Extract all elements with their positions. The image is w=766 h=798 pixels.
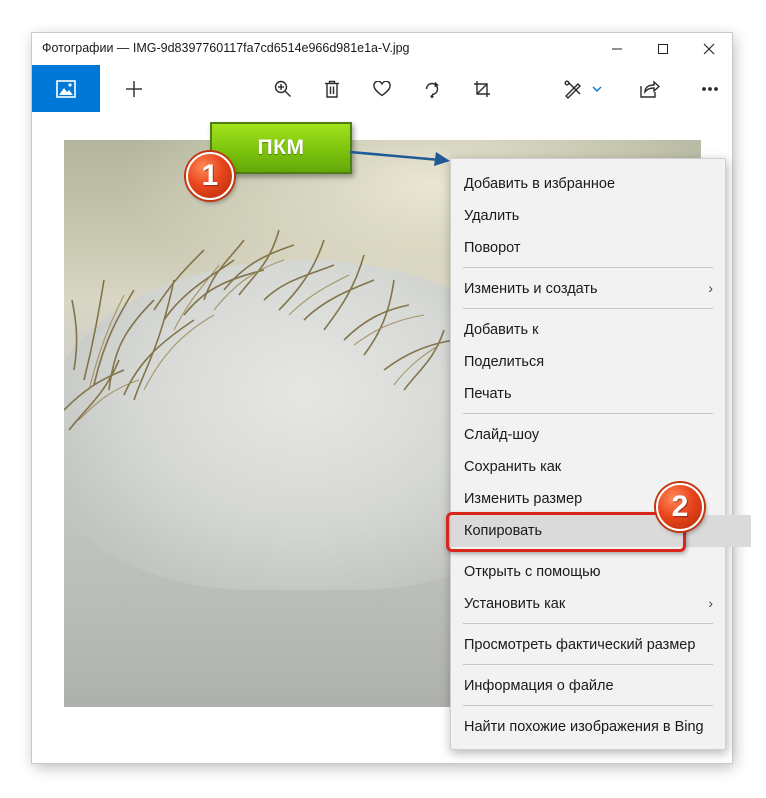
menu-item-set-as[interactable]: Установить как › <box>451 588 725 620</box>
close-button[interactable] <box>686 33 732 65</box>
menu-item-share[interactable]: Поделиться <box>451 346 725 378</box>
zoom-button[interactable] <box>265 65 301 112</box>
crop-button[interactable] <box>464 65 500 112</box>
menu-item-label: Печать <box>464 386 512 402</box>
menu-item-add-to-favorites[interactable]: Добавить в избранное <box>451 168 725 200</box>
maximize-icon <box>658 44 668 54</box>
menu-separator <box>463 308 713 309</box>
menu-item-add-to[interactable]: Добавить к <box>451 314 725 346</box>
menu-item-file-info[interactable]: Информация о файле <box>451 670 725 702</box>
menu-item-label: Изменить размер <box>464 491 583 507</box>
context-menu: Добавить в избранное Удалить Поворот Изм… <box>450 158 751 750</box>
title-bar[interactable]: Фотографии — IMG-9d8397760117fa7cd6514e9… <box>32 33 732 65</box>
zoom-in-icon <box>274 80 291 97</box>
menu-item-label: Сохранить как <box>464 459 562 475</box>
menu-item-label: Просмотреть фактический размер <box>464 637 696 653</box>
share-button[interactable] <box>632 65 668 112</box>
menu-item-slideshow[interactable]: Слайд-шоу <box>451 419 725 451</box>
menu-item-print[interactable]: Печать <box>451 378 725 410</box>
menu-item-label: Найти похожие изображения в Bing <box>464 719 704 735</box>
copy-highlight-frame <box>446 512 686 552</box>
menu-separator <box>463 623 713 624</box>
menu-separator <box>463 267 713 268</box>
more-icon <box>702 86 718 91</box>
delete-icon <box>325 80 339 98</box>
toolbar <box>32 65 732 112</box>
chevron-down-icon <box>592 86 602 92</box>
menu-item-label: Установить как <box>464 596 566 612</box>
menu-item-rotate[interactable]: Поворот <box>451 232 725 264</box>
dune-grass-image <box>64 229 455 431</box>
menu-item-label: Открыть с помощью <box>464 564 601 580</box>
delete-button[interactable] <box>314 65 350 112</box>
menu-item-edit-create[interactable]: Изменить и создать › <box>451 273 725 305</box>
minimize-icon <box>612 48 622 50</box>
favorite-button[interactable] <box>364 65 400 112</box>
menu-item-label: Добавить в избранное <box>464 176 616 192</box>
menu-item-label: Удалить <box>464 208 520 224</box>
add-icon <box>126 80 142 97</box>
menu-item-save-as[interactable]: Сохранить как <box>451 451 725 483</box>
menu-item-find-similar-bing[interactable]: Найти похожие изображения в Bing <box>451 711 725 743</box>
crop-icon <box>474 80 490 97</box>
step-badge-2: 2 <box>656 483 704 531</box>
menu-item-label: Добавить к <box>464 322 539 338</box>
maximize-button[interactable] <box>640 33 686 65</box>
home-button[interactable] <box>32 65 100 112</box>
step-badge-1: 1 <box>186 152 234 200</box>
menu-separator <box>463 705 713 706</box>
callout-arrow-icon <box>349 150 450 166</box>
menu-separator <box>463 413 713 414</box>
chevron-right-icon: › <box>708 280 713 296</box>
add-button[interactable] <box>116 65 152 112</box>
menu-item-delete[interactable]: Удалить <box>451 200 725 232</box>
photos-home-icon <box>56 79 76 98</box>
menu-separator <box>463 664 713 665</box>
rotate-icon <box>425 81 439 98</box>
menu-item-label: Изменить и создать <box>464 281 598 297</box>
menu-item-label: Слайд-шоу <box>464 427 540 443</box>
minimize-button[interactable] <box>594 33 640 65</box>
edit-create-dropdown[interactable] <box>582 65 612 112</box>
window-title: Фотографии — IMG-9d8397760117fa7cd6514e9… <box>42 41 410 55</box>
close-icon <box>703 43 715 55</box>
menu-item-open-with[interactable]: Открыть с помощью <box>451 556 725 588</box>
menu-item-label: Поворот <box>464 240 521 256</box>
menu-item-label: Поделиться <box>464 354 545 370</box>
menu-item-label: Информация о файле <box>464 678 614 694</box>
menu-item-view-actual-size[interactable]: Просмотреть фактический размер <box>451 629 725 661</box>
share-icon <box>640 79 660 98</box>
rotate-button[interactable] <box>414 65 450 112</box>
more-button[interactable] <box>692 65 728 112</box>
favorite-heart-icon <box>373 80 391 96</box>
chevron-right-icon: › <box>708 595 713 611</box>
edit-create-icon <box>564 80 581 99</box>
